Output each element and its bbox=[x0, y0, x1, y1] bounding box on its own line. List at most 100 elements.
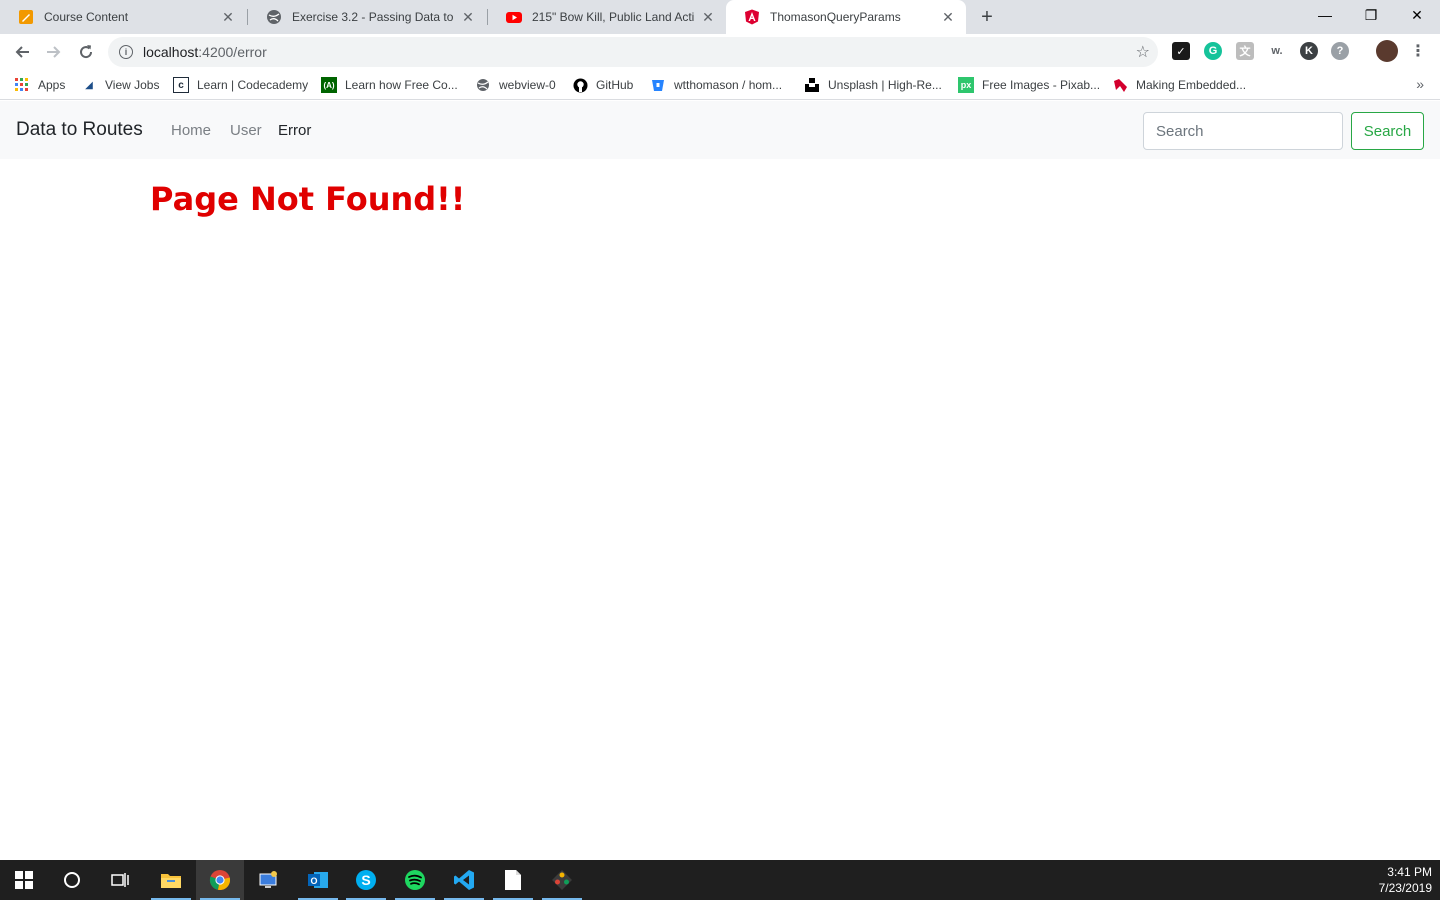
tab-course-content[interactable]: Course Content ✕ bbox=[0, 0, 246, 34]
tab-title: ThomasonQueryParams bbox=[770, 10, 901, 24]
angular-icon bbox=[744, 9, 760, 25]
minimize-icon: — bbox=[1318, 7, 1332, 23]
bookmark-freecodecamp[interactable]: (A) Learn how Free Co... bbox=[321, 76, 458, 94]
bookmark-label: Unsplash | High-Re... bbox=[828, 78, 942, 92]
document-icon bbox=[505, 870, 521, 890]
restore-icon: ❐ bbox=[1364, 6, 1378, 23]
bookmark-bitbucket[interactable]: wtthomason / hom... bbox=[650, 76, 782, 94]
page-not-found-heading: Page Not Found!! bbox=[150, 180, 466, 218]
task-view-button[interactable] bbox=[96, 860, 144, 900]
bookmark-apps[interactable]: Apps bbox=[14, 76, 65, 94]
vscode-icon bbox=[454, 870, 474, 890]
bookmark-github[interactable]: GitHub bbox=[572, 76, 633, 94]
nav-link-home[interactable]: Home bbox=[171, 122, 211, 139]
cortana-search-button[interactable] bbox=[48, 860, 96, 900]
nav-link-user[interactable]: User bbox=[230, 122, 262, 139]
bookmark-oreilly[interactable]: Making Embedded... bbox=[1112, 76, 1246, 94]
spotify-icon bbox=[405, 870, 425, 890]
back-button[interactable] bbox=[8, 38, 36, 66]
taskbar-skype[interactable]: S bbox=[342, 860, 390, 900]
reload-icon bbox=[80, 45, 93, 59]
close-tab-icon[interactable]: ✕ bbox=[220, 9, 236, 25]
taskbar-chrome[interactable] bbox=[196, 860, 244, 900]
taskbar-spotify[interactable] bbox=[391, 860, 439, 900]
bookmark-webview[interactable]: webview-0 bbox=[475, 76, 556, 94]
navbar-brand[interactable]: Data to Routes bbox=[16, 119, 143, 141]
github-icon bbox=[572, 77, 588, 93]
git-kraken-icon bbox=[552, 870, 572, 890]
bookmark-label: wtthomason / hom... bbox=[674, 78, 783, 92]
start-button[interactable] bbox=[0, 860, 48, 900]
help-extension-icon[interactable]: ? bbox=[1331, 42, 1349, 60]
close-icon: ✕ bbox=[1411, 6, 1423, 23]
clock-time: 3:41 PM bbox=[1387, 865, 1432, 879]
bookmark-pixabay[interactable]: px Free Images - Pixab... bbox=[958, 76, 1100, 94]
close-window-button[interactable]: ✕ bbox=[1394, 0, 1440, 30]
new-tab-button[interactable]: + bbox=[976, 6, 998, 28]
close-tab-icon[interactable]: ✕ bbox=[460, 9, 476, 25]
bookmark-codecademy[interactable]: c Learn | Codecademy bbox=[173, 76, 308, 94]
cortana-circle-icon bbox=[64, 872, 80, 888]
freecodecamp-icon: (A) bbox=[321, 77, 337, 93]
browser-toolbar: i localhost:4200/error ☆ ✓ G 文 w. K ? ⋮ bbox=[0, 34, 1440, 70]
taskbar-file-explorer[interactable] bbox=[147, 860, 195, 900]
nav-link-error[interactable]: Error bbox=[278, 122, 311, 139]
tab-youtube[interactable]: 215" Bow Kill, Public Land Action ✕ bbox=[488, 0, 726, 34]
wappalyzer-extension-icon[interactable]: w. bbox=[1266, 42, 1288, 60]
svg-text:S: S bbox=[361, 872, 370, 888]
bookmark-unsplash[interactable]: Unsplash | High-Re... bbox=[804, 76, 942, 94]
k-extension-icon[interactable]: K bbox=[1300, 42, 1318, 60]
pencil-icon bbox=[18, 9, 34, 25]
tab-title: Course Content bbox=[44, 10, 129, 24]
tab-exercise[interactable]: Exercise 3.2 - Passing Data to Rou ✕ bbox=[248, 0, 486, 34]
taskbar-outlook[interactable]: O bbox=[294, 860, 342, 900]
translate-extension-icon[interactable]: 文 bbox=[1236, 42, 1254, 60]
taskbar-git-tool[interactable] bbox=[538, 860, 586, 900]
bookmark-label: Learn how Free Co... bbox=[345, 78, 458, 92]
bookmark-star-icon[interactable]: ☆ bbox=[1136, 42, 1150, 62]
bookmark-label: Apps bbox=[38, 78, 66, 92]
jobs-icon: ◢ bbox=[85, 79, 93, 91]
bitbucket-icon bbox=[650, 77, 666, 93]
skype-icon: S bbox=[356, 870, 376, 890]
codecademy-icon: c bbox=[173, 77, 189, 93]
bookmark-label: Making Embedded... bbox=[1136, 78, 1247, 92]
reload-button[interactable] bbox=[72, 38, 100, 66]
folder-icon bbox=[161, 874, 181, 888]
clock-date: 7/23/2019 bbox=[1378, 881, 1432, 895]
maximize-button[interactable]: ❐ bbox=[1348, 0, 1394, 30]
taskbar-remote-desktop[interactable] bbox=[244, 860, 292, 900]
forward-button[interactable] bbox=[40, 38, 68, 66]
bookmark-view-jobs[interactable]: ◢ View Jobs bbox=[81, 76, 159, 94]
profile-avatar[interactable] bbox=[1376, 40, 1398, 62]
site-info-icon[interactable]: i bbox=[119, 45, 133, 59]
more-bookmarks-chevron-icon[interactable]: » bbox=[1416, 76, 1424, 92]
more-menu-icon[interactable]: ⋮ bbox=[1409, 42, 1427, 60]
search-input[interactable] bbox=[1143, 112, 1343, 150]
apps-grid-icon bbox=[14, 77, 30, 93]
bookmark-label: Free Images - Pixab... bbox=[982, 78, 1101, 92]
taskbar-vscode[interactable] bbox=[440, 860, 488, 900]
close-tab-icon[interactable]: ✕ bbox=[700, 9, 716, 25]
bookmark-label: webview-0 bbox=[499, 78, 556, 92]
outlook-icon: O bbox=[308, 872, 328, 888]
chrome-icon bbox=[209, 870, 231, 891]
grammarly-extension-icon[interactable]: G bbox=[1204, 42, 1222, 60]
close-tab-icon[interactable]: ✕ bbox=[940, 9, 956, 25]
bookmarks-bar: Apps ◢ View Jobs c Learn | Codecademy (A… bbox=[0, 70, 1440, 100]
system-clock[interactable]: 3:41 PM 7/23/2019 bbox=[1379, 864, 1432, 896]
tab-thomason-query-params[interactable]: ThomasonQueryParams ✕ bbox=[726, 0, 966, 34]
tab-title: Exercise 3.2 - Passing Data to Rou bbox=[292, 10, 454, 24]
oreilly-icon bbox=[1112, 77, 1128, 93]
search-button[interactable]: Search bbox=[1351, 112, 1424, 150]
address-bar[interactable]: i localhost:4200/error ☆ bbox=[108, 37, 1158, 67]
minimize-button[interactable]: — bbox=[1302, 0, 1348, 30]
bookmark-label: Learn | Codecademy bbox=[197, 78, 309, 92]
remote-desktop-icon bbox=[259, 871, 277, 888]
forward-arrow-icon bbox=[47, 46, 61, 58]
bookmark-label: GitHub bbox=[596, 78, 634, 92]
todo-extension-icon[interactable]: ✓ bbox=[1172, 42, 1190, 60]
tab-title: 215" Bow Kill, Public Land Action bbox=[532, 10, 694, 24]
taskbar-notepad[interactable] bbox=[489, 860, 537, 900]
bookmark-label: View Jobs bbox=[105, 78, 160, 92]
